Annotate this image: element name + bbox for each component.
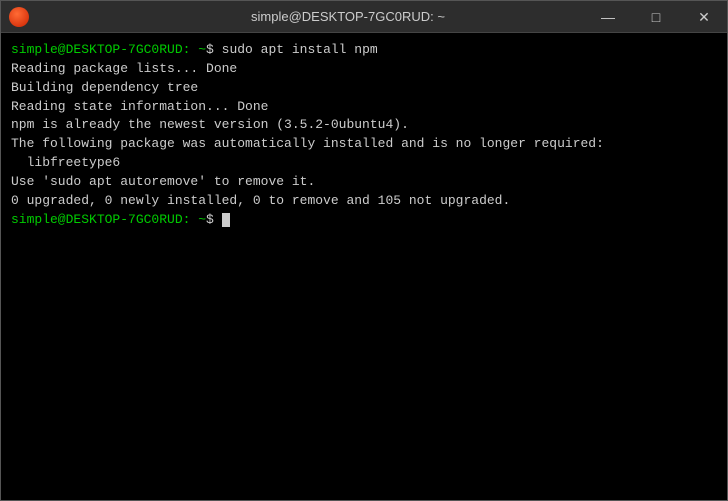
- output-line-5: The following package was automatically …: [11, 135, 717, 154]
- maximize-button[interactable]: □: [633, 1, 679, 33]
- output-line-3: Reading state information... Done: [11, 98, 717, 117]
- cursor: [222, 213, 230, 227]
- output-line-6: libfreetype6: [11, 154, 717, 173]
- prompt-1: simple@DESKTOP-7GC0RUD: ~: [11, 42, 206, 57]
- titlebar: simple@DESKTOP-7GC0RUD: ~ — □ ✕: [1, 1, 727, 33]
- terminal-body[interactable]: simple@DESKTOP-7GC0RUD: ~$ sudo apt inst…: [1, 33, 727, 500]
- minimize-button[interactable]: —: [585, 1, 631, 33]
- terminal-window: simple@DESKTOP-7GC0RUD: ~ — □ ✕ simple@D…: [0, 0, 728, 501]
- output-line-4: npm is already the newest version (3.5.2…: [11, 116, 717, 135]
- output-line-7: Use 'sudo apt autoremove' to remove it.: [11, 173, 717, 192]
- output-line-2: Building dependency tree: [11, 79, 717, 98]
- app-icon: [9, 7, 29, 27]
- output-line-1: Reading package lists... Done: [11, 60, 717, 79]
- output-line-8: 0 upgraded, 0 newly installed, 0 to remo…: [11, 192, 717, 211]
- window-title: simple@DESKTOP-7GC0RUD: ~: [37, 9, 659, 24]
- window-controls: — □ ✕: [585, 1, 727, 33]
- prompt-final: simple@DESKTOP-7GC0RUD: ~$: [11, 211, 717, 230]
- prompt-2: simple@DESKTOP-7GC0RUD: ~: [11, 212, 206, 227]
- command-line-1: simple@DESKTOP-7GC0RUD: ~$ sudo apt inst…: [11, 41, 717, 60]
- close-button[interactable]: ✕: [681, 1, 727, 33]
